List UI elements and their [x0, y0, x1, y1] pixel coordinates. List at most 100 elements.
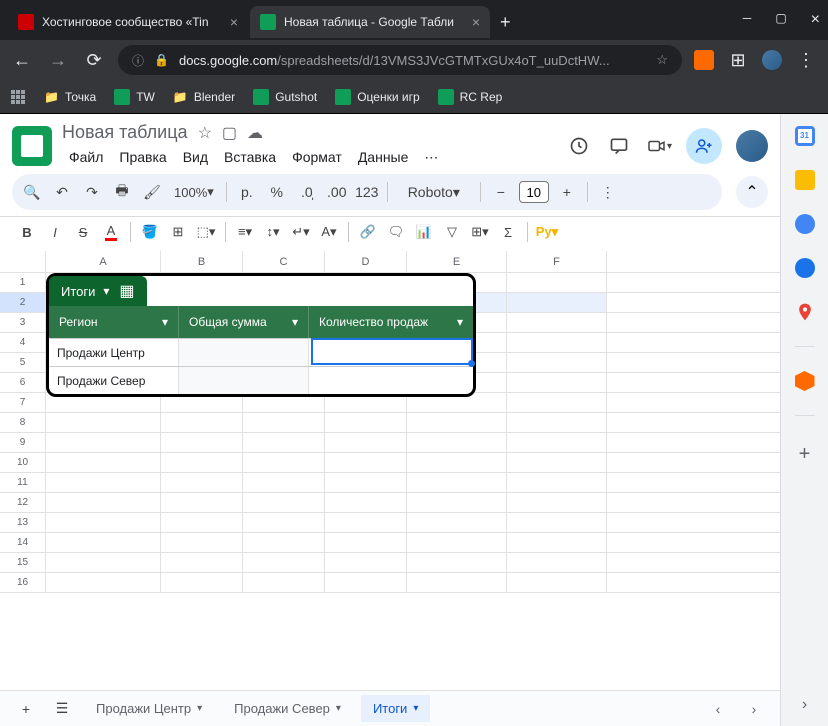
table-cell[interactable] [309, 367, 473, 394]
cell[interactable] [407, 533, 507, 552]
cell[interactable] [407, 493, 507, 512]
contacts-icon[interactable] [795, 258, 815, 278]
cell[interactable] [161, 493, 243, 512]
merge-cells-icon[interactable]: ⬚▾ [193, 219, 219, 245]
share-button[interactable] [686, 128, 722, 164]
addon-icon[interactable] [795, 371, 815, 391]
cell[interactable] [507, 313, 607, 332]
history-icon[interactable] [566, 133, 592, 159]
fontsize-input[interactable] [519, 181, 549, 203]
cell[interactable] [507, 433, 607, 452]
filter-views-icon[interactable]: ⊞▾ [467, 219, 493, 245]
cell[interactable] [161, 513, 243, 532]
python-icon[interactable]: Py▾ [534, 219, 560, 245]
forward-button[interactable]: → [46, 50, 70, 71]
cell[interactable] [243, 473, 325, 492]
calendar-icon[interactable]: 31 [795, 126, 815, 146]
table-cell[interactable] [179, 339, 309, 366]
cell[interactable] [243, 513, 325, 532]
row-header[interactable]: 7 [0, 393, 46, 412]
cell[interactable] [507, 273, 607, 292]
cloud-icon[interactable]: ☁ [247, 123, 263, 143]
cell[interactable] [161, 433, 243, 452]
bookmark-item[interactable]: Оценки игр [335, 89, 419, 105]
table-view-icon[interactable]: ▦ [119, 281, 134, 301]
table-cell[interactable]: Продажи Север [49, 367, 179, 394]
scroll-left-icon[interactable]: ‹ [704, 695, 732, 723]
cell[interactable] [507, 393, 607, 412]
decrease-fontsize-button[interactable]: − [487, 178, 515, 206]
cell[interactable] [507, 573, 607, 592]
search-icon[interactable]: 🔍 [18, 178, 46, 206]
zoom-select[interactable]: 100% ▾ [168, 178, 220, 206]
browser-tab-1[interactable]: Новая таблица - Google Табли × [250, 6, 490, 38]
table-header-cell[interactable]: Общая сумма▾ [179, 306, 309, 338]
italic-icon[interactable]: I [42, 219, 68, 245]
minimize-icon[interactable]: ─ [743, 11, 752, 29]
move-icon[interactable]: ▢ [222, 123, 237, 143]
cell[interactable] [507, 413, 607, 432]
bookmark-item[interactable]: TW [114, 89, 155, 105]
row-header[interactable]: 14 [0, 533, 46, 552]
cell[interactable] [46, 533, 161, 552]
cell[interactable] [46, 493, 161, 512]
cell[interactable] [507, 353, 607, 372]
strikethrough-icon[interactable]: S [70, 219, 96, 245]
menu-insert[interactable]: Вставка [217, 145, 283, 170]
insert-comment-icon[interactable]: 🗨 [383, 219, 409, 245]
cell[interactable] [46, 413, 161, 432]
account-avatar[interactable] [736, 130, 768, 162]
menu-format[interactable]: Формат [285, 145, 349, 170]
star-icon[interactable]: ☆ [656, 52, 668, 68]
cell[interactable] [46, 513, 161, 532]
more-formats-icon[interactable]: 123 [353, 178, 381, 206]
row-header[interactable]: 6 [0, 373, 46, 392]
extension-icon[interactable] [694, 50, 714, 70]
h-align-icon[interactable]: ≡▾ [232, 219, 258, 245]
extensions-icon[interactable]: ⊞ [726, 50, 750, 71]
cell[interactable] [407, 473, 507, 492]
chevron-down-icon[interactable]: ▾ [103, 284, 109, 298]
cell[interactable] [407, 453, 507, 472]
cell[interactable] [325, 553, 407, 572]
cell[interactable] [325, 453, 407, 472]
chevron-down-icon[interactable]: ▾ [413, 703, 418, 714]
row-header[interactable]: 10 [0, 453, 46, 472]
close-icon[interactable]: × [472, 14, 480, 30]
table-header-cell[interactable]: Регион▾ [49, 306, 179, 338]
cell[interactable] [407, 413, 507, 432]
cell[interactable] [161, 553, 243, 572]
insert-chart-icon[interactable]: 📊 [411, 219, 437, 245]
cell[interactable] [325, 573, 407, 592]
keep-icon[interactable] [795, 170, 815, 190]
cell[interactable] [46, 433, 161, 452]
chevron-down-icon[interactable]: ▾ [162, 315, 168, 329]
menu-edit[interactable]: Правка [112, 145, 173, 170]
cell[interactable] [161, 473, 243, 492]
column-header[interactable]: E [407, 251, 507, 272]
menu-icon[interactable]: ⋮ [794, 50, 818, 71]
maximize-icon[interactable]: ▢ [775, 11, 786, 29]
table-cell[interactable] [179, 367, 309, 394]
meet-icon[interactable]: ▾ [646, 133, 672, 159]
redo-icon[interactable]: ↷ [78, 178, 106, 206]
maps-icon[interactable] [795, 302, 815, 322]
column-header[interactable]: C [243, 251, 325, 272]
reload-button[interactable]: ⟳ [82, 50, 106, 71]
chevron-down-icon[interactable]: ▾ [197, 703, 202, 714]
cell[interactable] [407, 553, 507, 572]
sheet-tab[interactable]: Продажи Север▾ [222, 695, 353, 722]
cell[interactable] [243, 573, 325, 592]
scroll-right-icon[interactable]: › [740, 695, 768, 723]
bookmark-item[interactable]: 📁Blender [173, 90, 235, 104]
cell[interactable] [243, 453, 325, 472]
cell[interactable] [325, 533, 407, 552]
profile-avatar[interactable] [762, 50, 782, 70]
chevron-down-icon[interactable]: ▾ [292, 315, 298, 329]
comment-icon[interactable] [606, 133, 632, 159]
link-icon[interactable]: 🔗 [355, 219, 381, 245]
undo-icon[interactable]: ↶ [48, 178, 76, 206]
cell[interactable] [161, 453, 243, 472]
cell[interactable] [507, 553, 607, 572]
cell[interactable] [507, 493, 607, 512]
